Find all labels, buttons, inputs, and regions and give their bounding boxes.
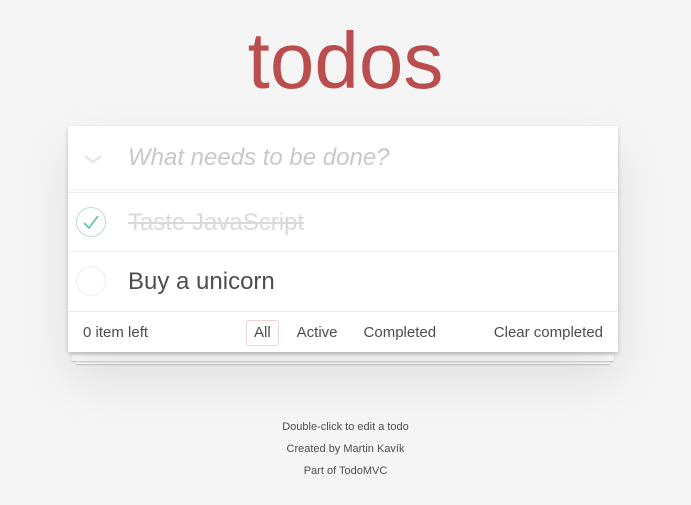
todo-app: Taste JavaScript Buy a unicorn 0 item le… xyxy=(68,126,618,352)
new-todo-input[interactable] xyxy=(128,138,598,178)
checkmark-icon xyxy=(83,215,99,230)
todo-footer: 0 item left All Active Completed Clear c… xyxy=(68,311,618,353)
todo-toggle-checkbox[interactable] xyxy=(76,266,106,296)
todo-item[interactable]: Taste JavaScript xyxy=(68,192,618,252)
info-edit-hint: Double-click to edit a todo xyxy=(282,421,409,433)
app-title: todos xyxy=(247,16,444,105)
toggle-all-button[interactable] xyxy=(78,144,108,174)
todo-label[interactable]: Buy a unicorn xyxy=(128,267,275,297)
todo-item[interactable]: Buy a unicorn xyxy=(68,251,618,311)
info-todomvc: Part of TodoMVC xyxy=(303,465,388,477)
paper-stack-middle xyxy=(72,355,614,361)
filter-active[interactable]: Active xyxy=(289,320,346,346)
todo-count: 0 item left xyxy=(83,324,149,341)
info-footer: Double-click to edit a todo Created by M… xyxy=(0,416,691,482)
chevron-down-icon xyxy=(84,155,102,164)
page: todos Taste JavaScript Buy a unicorn xyxy=(0,0,691,505)
filter-all[interactable]: All xyxy=(246,320,279,346)
filters: All Active Completed xyxy=(246,320,444,346)
todo-toggle-checkbox[interactable] xyxy=(76,207,106,237)
todo-label[interactable]: Taste JavaScript xyxy=(128,208,304,238)
new-todo-header xyxy=(68,126,618,191)
info-author: Created by Martin Kavík xyxy=(286,443,405,455)
filter-completed[interactable]: Completed xyxy=(356,320,445,346)
clear-completed-button[interactable]: Clear completed xyxy=(494,324,603,341)
